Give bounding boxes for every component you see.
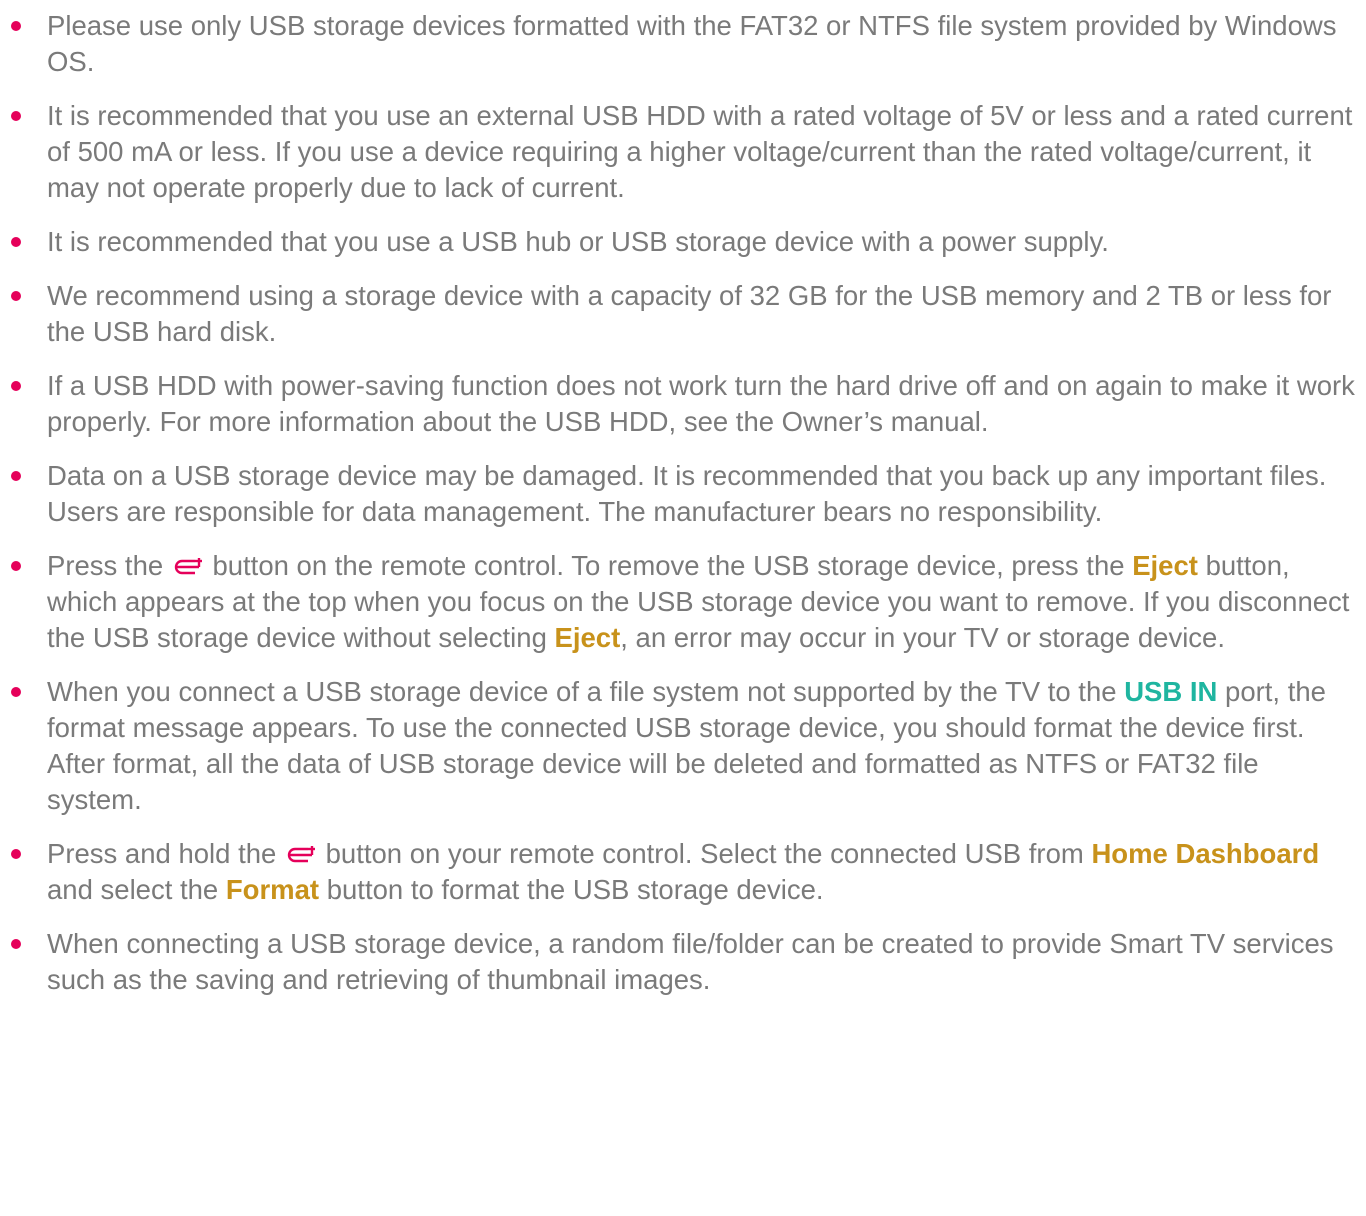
list-item-format-message: When you connect a USB storage device of…: [11, 674, 1359, 818]
bullet-dot: [11, 111, 21, 121]
eject-button-label: Eject: [1132, 550, 1198, 581]
usb-in-port-label: USB IN: [1124, 676, 1218, 707]
list-item-eject: Press the button on the remote control. …: [11, 548, 1359, 656]
item-text-part: Press and hold the: [47, 838, 277, 869]
item-text-part: button on your remote control. Select th…: [325, 838, 1084, 869]
list-item-format: Press and hold the button on your remote…: [11, 836, 1359, 908]
usb-input-icon: [173, 556, 203, 578]
list-item: When connecting a USB storage device, a …: [11, 926, 1359, 998]
usb-input-icon: [286, 844, 316, 866]
item-text: Data on a USB storage device may be dama…: [47, 460, 1327, 527]
format-button-label: Format: [225, 874, 320, 905]
bullet-dot: [11, 687, 21, 697]
item-text: We recommend using a storage device with…: [47, 280, 1332, 347]
item-text: When connecting a USB storage device, a …: [47, 928, 1334, 995]
bullet-list: Please use only USB storage devices form…: [0, 8, 1359, 998]
item-text: It is recommended that you use an extern…: [47, 100, 1353, 203]
list-item: It is recommended that you use a USB hub…: [11, 224, 1359, 260]
document: Please use only USB storage devices form…: [0, 0, 1366, 1216]
list-item: It is recommended that you use an extern…: [11, 98, 1359, 206]
bullet-dot: [11, 21, 21, 31]
list-item: Please use only USB storage devices form…: [11, 8, 1359, 80]
item-text: Please use only USB storage devices form…: [47, 10, 1337, 77]
bullet-dot: [11, 291, 21, 301]
item-text-part: When you connect a USB storage device of…: [47, 676, 1117, 707]
bullet-dot: [11, 849, 21, 859]
home-dashboard-label: Home Dashboard: [1091, 838, 1320, 869]
bullet-dot: [11, 237, 21, 247]
item-text-part: and select the: [47, 874, 219, 905]
item-text: If a USB HDD with power-saving function …: [47, 370, 1355, 437]
bullet-dot: [11, 381, 21, 391]
item-text-note: After format, all the data of USB storag…: [47, 748, 1259, 815]
item-text-part: button on the remote control. To remove …: [212, 550, 1125, 581]
item-text-part: Press the: [47, 550, 164, 581]
item-text: It is recommended that you use a USB hub…: [47, 226, 1109, 257]
item-text-part: , an error may occur in your TV or stora…: [620, 622, 1225, 653]
list-item: If a USB HDD with power-saving function …: [11, 368, 1359, 440]
list-item: Data on a USB storage device may be dama…: [11, 458, 1359, 530]
eject-button-label: Eject: [554, 622, 621, 653]
bullet-dot: [11, 939, 21, 949]
bullet-dot: [11, 561, 21, 571]
list-item: We recommend using a storage device with…: [11, 278, 1359, 350]
bullet-dot: [11, 471, 21, 481]
item-text-part: button to format the USB storage device.: [326, 874, 824, 905]
